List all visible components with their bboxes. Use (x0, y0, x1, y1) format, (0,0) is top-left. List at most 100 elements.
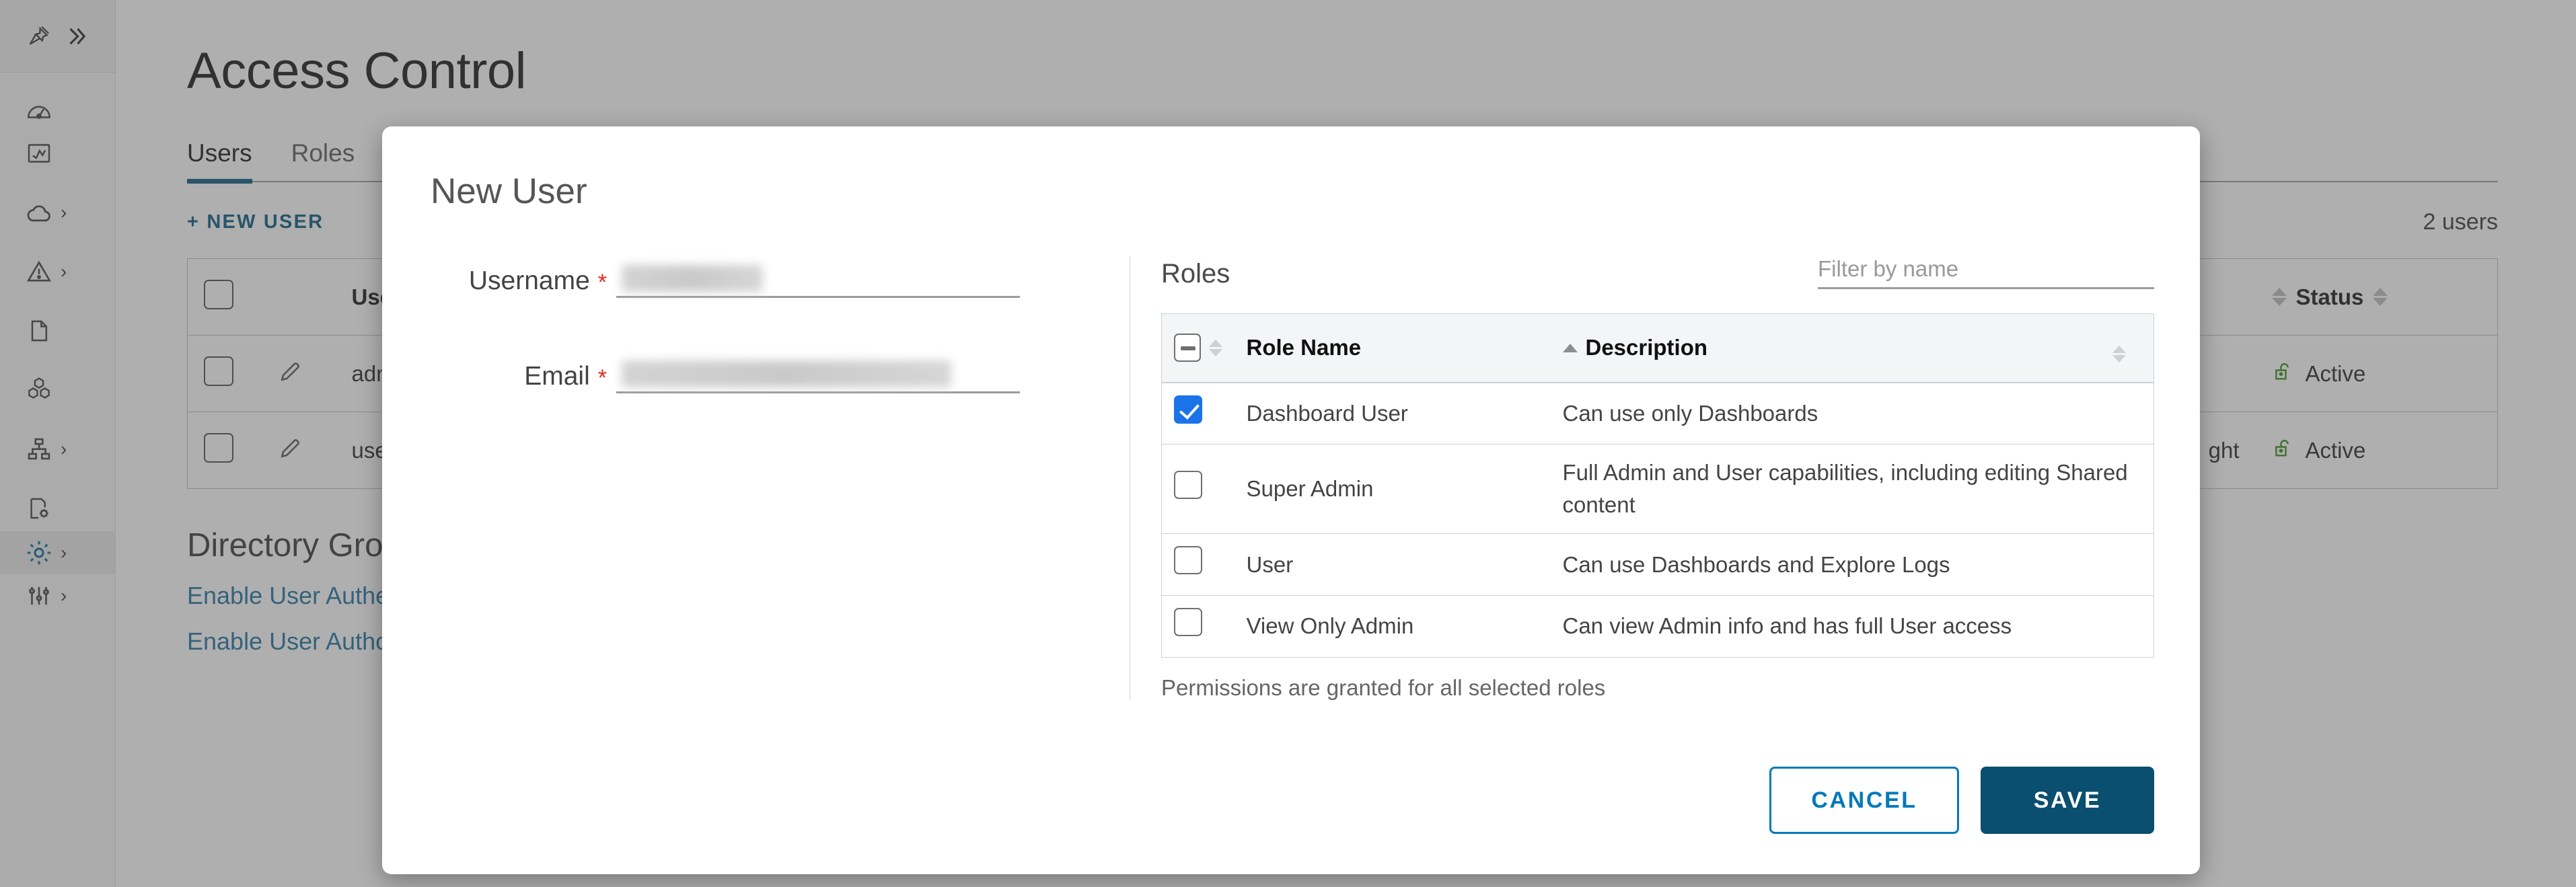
rail-spacer (0, 293, 115, 309)
row-status-cell: Active (2255, 412, 2498, 489)
role-checkbox[interactable] (1174, 546, 1202, 575)
role-checkbox[interactable] (1174, 607, 1202, 636)
row-checkbox[interactable] (204, 356, 233, 386)
sitemap-icon (24, 434, 54, 464)
username-field[interactable] (616, 256, 1020, 298)
roles-table-header-row: Role Name Description (1161, 313, 2154, 383)
roles-select-all-checkbox[interactable] (1174, 334, 1201, 362)
sliders-icon (24, 581, 54, 611)
role-description-cell: Can view Admin info and has full User ac… (1562, 613, 2012, 639)
edit-pencil-icon[interactable] (278, 362, 303, 389)
cancel-button[interactable]: CANCEL (1769, 767, 1959, 834)
table-row[interactable]: View Only Admin Can view Admin info and … (1162, 595, 2154, 657)
role-select-cell[interactable] (1161, 444, 1235, 535)
roles-label: Roles (1161, 259, 1230, 288)
tab-users[interactable]: Users (187, 139, 252, 184)
status-badge: Active (2305, 437, 2366, 463)
email-label: Email (524, 362, 590, 391)
row-edit-cell[interactable] (261, 412, 336, 489)
role-description-cell: Full Admin and User capabilities, includ… (1550, 444, 2154, 535)
users-status-col-header[interactable]: Status (2255, 258, 2498, 336)
role-select-cell[interactable] (1161, 533, 1235, 596)
sidebar-item-reports[interactable] (0, 487, 115, 530)
roles-select-all-cell[interactable] (1161, 313, 1235, 383)
left-icon-rail: › › › › › (0, 0, 116, 887)
status-badge: Active (2305, 360, 2366, 386)
sort-arrows-icon[interactable] (1208, 339, 1222, 356)
page-gear-icon (24, 494, 54, 523)
email-redacted-value (622, 360, 951, 387)
roles-trailing-sort-cell[interactable] (2100, 313, 2154, 383)
sidebar-item-alerts[interactable]: › (0, 250, 115, 293)
row-edit-cell[interactable] (261, 335, 336, 412)
roles-filter-wrap[interactable] (1818, 256, 2154, 289)
sidebar-item-preferences[interactable]: › (0, 574, 115, 617)
cloud-icon (24, 198, 54, 227)
roles-description-col-label: Description (1585, 335, 1708, 360)
warning-triangle-icon (24, 257, 54, 286)
sort-ascending-icon[interactable] (1562, 343, 1578, 352)
rail-spacer (0, 234, 115, 250)
role-select-cell[interactable] (1162, 595, 1235, 657)
sidebar-item-settings[interactable]: › (0, 531, 115, 574)
modal-footer: CANCEL SAVE (1769, 767, 2154, 834)
role-name-cell: Super Admin (1234, 444, 1551, 535)
users-select-all-cell[interactable] (187, 258, 262, 336)
sidebar-item-dashboards[interactable] (0, 89, 115, 132)
row-select-cell[interactable] (187, 412, 262, 489)
chevron-right-icon: › (61, 202, 67, 223)
document-icon (24, 316, 54, 346)
save-button[interactable]: SAVE (1981, 767, 2154, 834)
email-field[interactable] (616, 352, 1020, 393)
role-checkbox[interactable] (1174, 470, 1202, 499)
rail-spacer (0, 471, 115, 487)
rail-spacer (0, 175, 115, 191)
roles-name-col-header[interactable]: Role Name (1234, 313, 1551, 383)
sidebar-item-cloud[interactable]: › (0, 191, 115, 234)
roles-permissions-note: Permissions are granted for all selected… (1161, 674, 1606, 700)
role-checkbox[interactable] (1174, 395, 1202, 424)
new-user-button[interactable]: + NEW USER (187, 211, 324, 233)
row-username-overflow: ght (2208, 437, 2240, 463)
modal-title: New User (431, 171, 587, 211)
new-user-modal: New User Username * Email * Roles Filter… (382, 126, 2200, 874)
cubes-icon (24, 375, 54, 405)
rail-header (0, 0, 115, 73)
role-name-cell: View Only Admin (1246, 613, 1414, 639)
rail-spacer (0, 73, 115, 89)
chart-box-icon (24, 139, 54, 168)
email-field-row: Email * (431, 352, 1103, 393)
edit-pencil-icon[interactable] (278, 438, 303, 465)
sidebar-item-analytics[interactable] (0, 132, 115, 175)
unlock-icon (2272, 436, 2295, 465)
sidebar-item-inventory[interactable] (0, 369, 115, 412)
expand-double-chevron-icon[interactable] (62, 22, 91, 51)
row-select-cell[interactable] (187, 335, 262, 412)
required-asterisk-icon: * (597, 270, 607, 295)
username-label: Username (468, 266, 590, 295)
chevron-right-icon: › (61, 542, 67, 563)
sort-arrows-icon[interactable] (2112, 346, 2126, 363)
role-description-cell: Can use only Dashboards (1550, 382, 2154, 445)
sort-arrows-icon[interactable] (2271, 288, 2287, 306)
select-all-checkbox[interactable] (204, 279, 233, 309)
table-row[interactable]: Super Admin Full Admin and User capabili… (1161, 444, 2154, 535)
email-label-wrap: Email * (431, 363, 607, 393)
roles-description-col-header[interactable]: Description (1550, 313, 2100, 383)
rail-spacer (0, 412, 115, 428)
tab-roles[interactable]: Roles (291, 139, 355, 181)
role-select-cell[interactable] (1161, 382, 1235, 445)
roles-table: Role Name Description Dashboard User Can… (1161, 313, 2154, 658)
user-form-column: Username * Email * (431, 256, 1130, 700)
roles-filter-input[interactable] (1818, 256, 2154, 282)
row-checkbox[interactable] (204, 432, 233, 463)
chevron-right-icon: › (61, 261, 67, 282)
table-row[interactable]: Dashboard User Can use only Dashboards (1161, 382, 2154, 445)
sidebar-item-topology[interactable]: › (0, 428, 115, 471)
sidebar-item-logs[interactable] (0, 309, 115, 352)
table-row[interactable]: User Can use Dashboards and Explore Logs (1161, 533, 2154, 596)
row-status-cell: Active (2255, 335, 2498, 412)
pin-icon[interactable] (24, 22, 54, 51)
sort-arrows-icon[interactable] (2373, 288, 2388, 306)
gear-icon (24, 538, 54, 568)
